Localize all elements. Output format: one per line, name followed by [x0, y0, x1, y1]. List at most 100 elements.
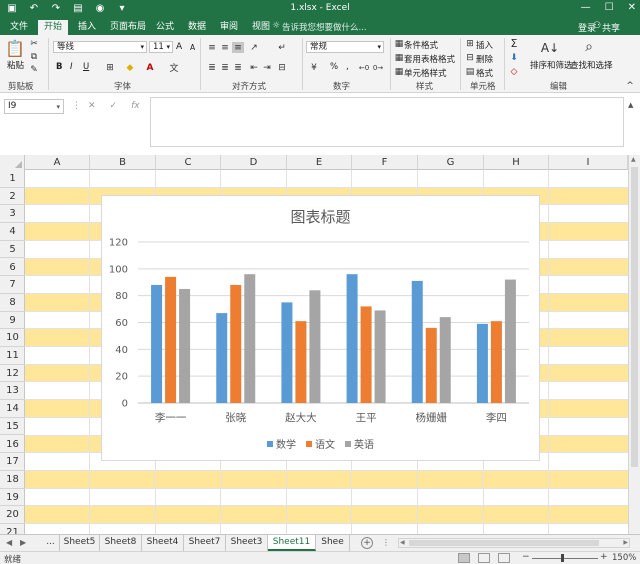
align-middle-icon[interactable]: ≡: [219, 42, 231, 53]
column-header-d[interactable]: D: [221, 155, 287, 170]
row-header-2[interactable]: 2: [0, 188, 25, 206]
row-header-11[interactable]: 11: [0, 347, 25, 365]
enter-icon[interactable]: ✓: [110, 101, 118, 111]
legend-item[interactable]: 语文: [306, 436, 335, 451]
chart[interactable]: 图表标题 0 20 40 60 80 100 120 李一一 张晓 赵大大 王平 杨姗姗 李四 数学 语文…: [101, 195, 540, 461]
sheet-tab-sheet7[interactable]: Sheet7: [184, 535, 226, 551]
scroll-up-icon[interactable]: ▲: [631, 156, 636, 163]
column-header-b[interactable]: B: [90, 155, 156, 170]
row-header-6[interactable]: 6: [0, 259, 25, 277]
zoom-in-icon[interactable]: +: [600, 552, 608, 562]
sheet-tab-shee[interactable]: Shee: [316, 535, 350, 551]
delete-cells-button[interactable]: 删除: [476, 53, 493, 65]
tab-formulas[interactable]: 公式: [150, 20, 180, 35]
clear-icon[interactable]: ◇: [508, 66, 520, 77]
formula-input[interactable]: [150, 97, 624, 147]
page-break-view-icon[interactable]: [498, 553, 510, 563]
vertical-scrollbar[interactable]: ▲: [628, 155, 640, 534]
italic-button[interactable]: I: [70, 62, 73, 72]
collapse-ribbon-icon[interactable]: ^: [624, 80, 636, 91]
row-header-3[interactable]: 3: [0, 205, 25, 224]
border-icon[interactable]: ⊞: [104, 62, 116, 73]
column-header-h[interactable]: H: [484, 155, 549, 170]
sheet-tab-more[interactable]: ...: [42, 535, 60, 551]
column-header-a[interactable]: A: [25, 155, 90, 170]
bold-button[interactable]: B: [56, 62, 62, 72]
align-center-icon[interactable]: ≣: [219, 62, 231, 73]
paste-icon[interactable]: 📋: [5, 39, 25, 58]
close-icon[interactable]: ✕: [628, 2, 636, 13]
add-sheet-button[interactable]: +: [361, 537, 373, 549]
sheet-tab-sheet3[interactable]: Sheet3: [226, 535, 268, 551]
cut-icon[interactable]: ✂: [28, 38, 40, 49]
row-header-13[interactable]: 13: [0, 382, 25, 401]
row-header-15[interactable]: 15: [0, 418, 25, 436]
horizontal-scrollbar[interactable]: ◀ ▶: [398, 538, 630, 548]
cancel-icon[interactable]: ✕: [88, 101, 96, 111]
column-header-c[interactable]: C: [156, 155, 221, 170]
prev-sheet-icon[interactable]: ◀: [6, 538, 12, 547]
column-header-g[interactable]: G: [418, 155, 484, 170]
comma-button[interactable]: ,: [346, 62, 349, 72]
page-layout-view-icon[interactable]: [478, 553, 490, 563]
autosum-icon[interactable]: Σ: [508, 37, 520, 50]
paste-button[interactable]: 粘贴: [7, 59, 24, 71]
font-size-select[interactable]: 11 ▾: [149, 41, 173, 53]
align-right-icon[interactable]: ≣: [232, 62, 244, 73]
insert-function-icon[interactable]: fx: [131, 101, 140, 111]
cell-styles-button[interactable]: 单元格样式: [404, 67, 447, 79]
grow-font-button[interactable]: A: [176, 42, 182, 52]
share-button[interactable]: 共享: [602, 21, 620, 34]
percent-button[interactable]: %: [330, 62, 338, 72]
row-header-10[interactable]: 10: [0, 329, 25, 347]
tab-insert[interactable]: 插入: [72, 20, 102, 35]
align-top-icon[interactable]: ≡: [206, 42, 218, 53]
align-bottom-icon[interactable]: ≡: [232, 42, 244, 53]
row-header-8[interactable]: 8: [0, 294, 25, 312]
zoom-out-icon[interactable]: −: [522, 552, 530, 562]
row-header-12[interactable]: 12: [0, 365, 25, 383]
increase-indent-icon[interactable]: ⇥: [261, 62, 273, 73]
row-header-1[interactable]: 1: [0, 170, 25, 188]
merge-center-icon[interactable]: ⊟: [276, 62, 288, 73]
row-header-19[interactable]: 19: [0, 489, 25, 507]
fill-color-icon[interactable]: ◆: [124, 62, 136, 73]
align-left-icon[interactable]: ≣: [206, 62, 218, 73]
row-header-18[interactable]: 18: [0, 471, 25, 489]
scroll-right-icon[interactable]: ▶: [623, 539, 628, 546]
tab-file[interactable]: 文件: [4, 20, 34, 35]
underline-button[interactable]: U: [83, 62, 89, 72]
sort-filter-button[interactable]: 排序和筛选: [530, 59, 573, 71]
normal-view-icon[interactable]: [458, 553, 470, 563]
sheet-tab-sheet4[interactable]: Sheet4: [142, 535, 184, 551]
sheet-tab-sheet11[interactable]: Sheet11: [268, 535, 316, 551]
decrease-decimal-icon[interactable]: 0→: [372, 62, 384, 73]
scrollbar-thumb[interactable]: [409, 540, 599, 546]
column-header-e[interactable]: E: [287, 155, 352, 170]
row-header-21[interactable]: 21: [0, 524, 25, 534]
row-header-16[interactable]: 16: [0, 436, 25, 454]
font-name-select[interactable]: 等线 ▾: [53, 41, 147, 53]
name-box[interactable]: I9 ▾: [4, 99, 64, 114]
insert-cells-button[interactable]: 插入: [476, 39, 493, 51]
number-format-select[interactable]: 常规 ▾: [306, 41, 384, 53]
row-header-4[interactable]: 4: [0, 223, 25, 241]
scrollbar-thumb[interactable]: [631, 167, 638, 467]
row-header-20[interactable]: 20: [0, 506, 25, 524]
column-header-i[interactable]: I: [549, 155, 628, 170]
shrink-font-button[interactable]: A: [190, 43, 195, 52]
fill-icon[interactable]: ⬇: [508, 52, 520, 63]
format-as-table-button[interactable]: 套用表格格式: [404, 53, 455, 65]
zoom-slider[interactable]: [532, 558, 598, 559]
row-header-17[interactable]: 17: [0, 453, 25, 471]
more-options-icon[interactable]: ⋮: [382, 538, 390, 547]
more-icon[interactable]: ⋮: [72, 101, 81, 111]
minimize-icon[interactable]: —: [581, 2, 591, 13]
tab-data[interactable]: 数据: [182, 20, 212, 35]
maximize-icon[interactable]: ☐: [605, 2, 614, 13]
copy-icon[interactable]: ⧉: [28, 51, 40, 62]
row-header-7[interactable]: 7: [0, 276, 25, 294]
format-cells-button[interactable]: 格式: [476, 67, 493, 79]
tab-review[interactable]: 审阅: [214, 20, 244, 35]
format-painter-icon[interactable]: ✎: [28, 64, 40, 75]
